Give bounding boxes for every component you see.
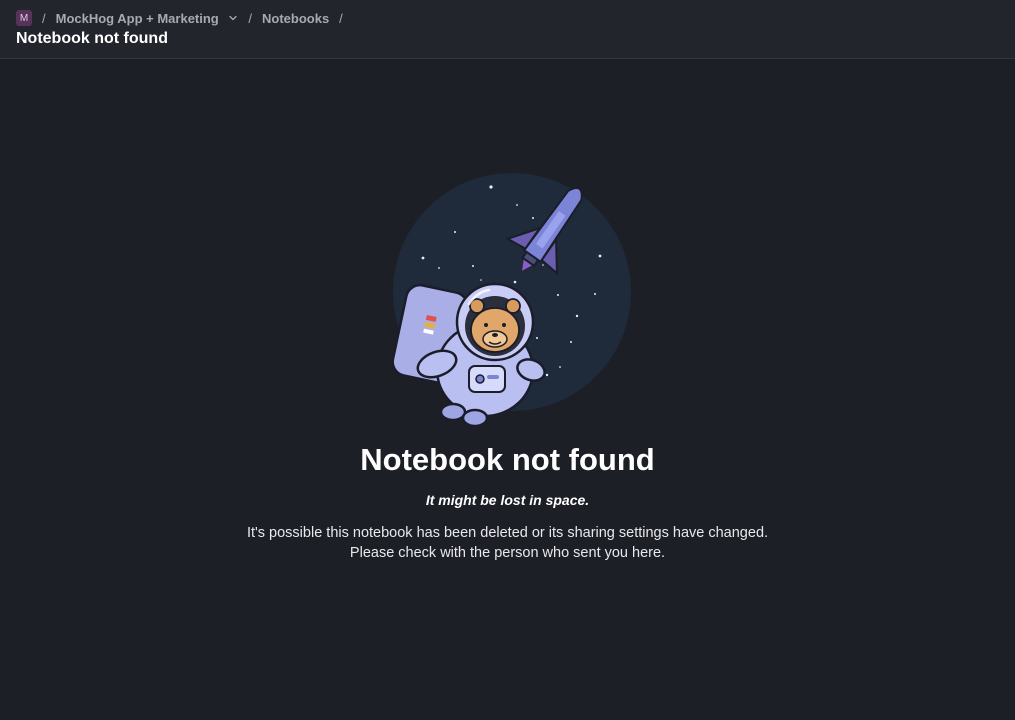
project-avatar[interactable]: M [16,10,32,26]
breadcrumb-separator: / [339,10,343,26]
breadcrumb-separator: / [248,10,252,26]
breadcrumb-project[interactable]: MockHog App + Marketing [56,11,239,26]
not-found-heading: Notebook not found [360,442,655,477]
breadcrumb-separator: / [42,10,46,26]
not-found-subheading: It might be lost in space. [425,492,590,508]
not-found-description: It's possible this notebook has been del… [0,523,1015,563]
not-found-panel: Notebook not found It might be lost in s… [0,60,1015,720]
top-bar: M / MockHog App + Marketing / Notebooks … [0,0,1015,59]
astronaut-illustration [391,173,631,428]
breadcrumb-project-label: MockHog App + Marketing [55,10,219,26]
description-line-1: It's possible this notebook has been del… [246,525,769,541]
breadcrumb: M / MockHog App + Marketing / Notebooks … [16,10,353,26]
page-title: Notebook not found [16,30,168,47]
chevron-down-icon [229,15,238,20]
description-line-2: Please check with the person who sent yo… [349,545,666,561]
breadcrumb-notebooks[interactable]: Notebooks [262,11,329,26]
